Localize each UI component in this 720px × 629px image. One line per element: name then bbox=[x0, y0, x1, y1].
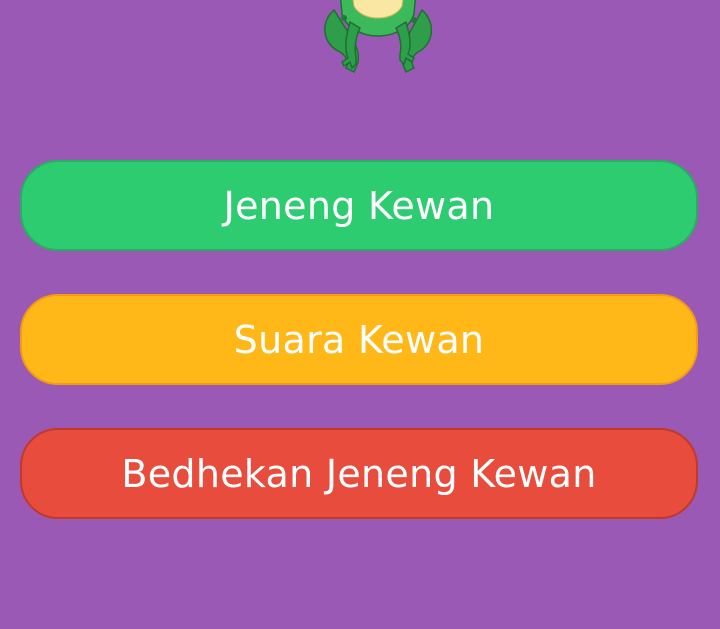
main-menu-screen: Jeneng Kewan Suara Kewan Bedhekan Jeneng… bbox=[0, 0, 720, 629]
frog-icon bbox=[324, 0, 432, 74]
bedhekan-jeneng-kewan-label: Bedhekan Jeneng Kewan bbox=[121, 451, 597, 496]
suara-kewan-button[interactable]: Suara Kewan bbox=[20, 294, 698, 385]
bedhekan-jeneng-kewan-button[interactable]: Bedhekan Jeneng Kewan bbox=[20, 428, 698, 519]
jeneng-kewan-button[interactable]: Jeneng Kewan bbox=[20, 160, 698, 251]
jeneng-kewan-label: Jeneng Kewan bbox=[223, 183, 495, 228]
suara-kewan-label: Suara Kewan bbox=[233, 317, 485, 362]
